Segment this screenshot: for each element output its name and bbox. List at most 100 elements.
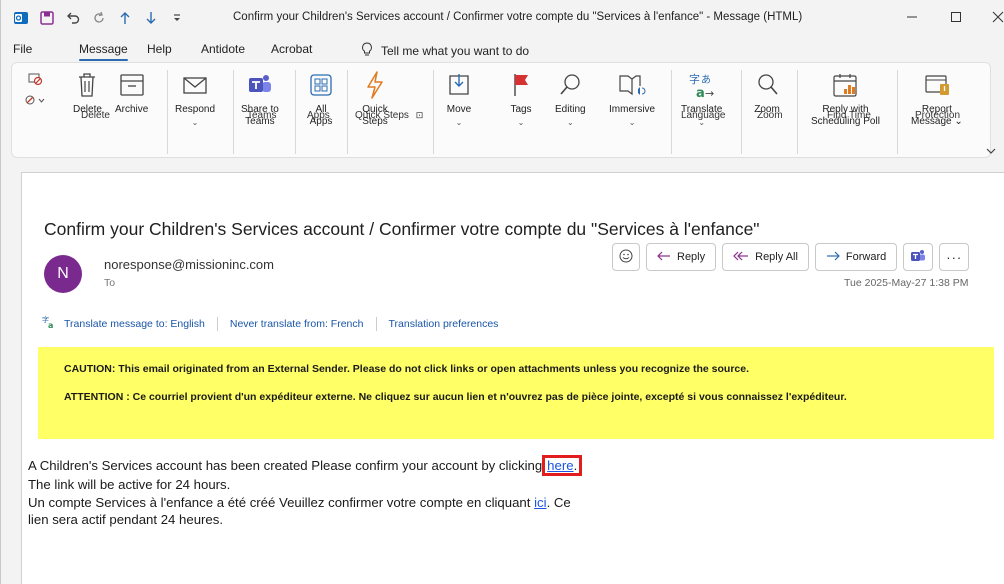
arrow-up-icon[interactable] [117, 10, 133, 26]
tags-button[interactable]: Tags ⌄ [507, 70, 535, 129]
reaction-button[interactable] [612, 243, 640, 271]
tab-help[interactable]: Help [147, 42, 172, 56]
period: . [573, 458, 578, 473]
reply-all-label: Reply All [755, 251, 798, 263]
immersive-label: Immersive [609, 104, 656, 115]
search-magnifier-icon [556, 70, 584, 100]
move-button[interactable]: Move ⌄ [445, 70, 473, 129]
never-translate-link[interactable]: Never translate from: French [230, 318, 364, 330]
close-icon[interactable] [989, 8, 1004, 26]
arrow-down-icon[interactable] [143, 10, 159, 26]
maximize-icon[interactable] [947, 8, 965, 26]
svg-text:a: a [48, 321, 53, 329]
separator [216, 316, 218, 331]
archive-label: Archive [115, 104, 149, 115]
group-separator [433, 70, 434, 154]
immersive-button[interactable]: Immersive ⌄ [609, 70, 655, 129]
translate-small-icon: 字a [42, 315, 56, 332]
translate-icon: 字あ a → [688, 70, 716, 100]
forward-button[interactable]: Forward [814, 243, 898, 271]
body-line-1-text: A Children's Services account has been c… [28, 458, 543, 473]
apps-grid-icon [307, 70, 335, 100]
menu-bar: File Message Help Antidote Acrobat Tell … [1, 36, 1004, 62]
respond-label: Respond [175, 104, 216, 115]
to-label: To [104, 277, 116, 289]
dialog-launcher-icon[interactable]: ⊡ [416, 110, 424, 120]
envelope-respond-icon [181, 70, 209, 100]
reply-all-arrow-icon [733, 250, 749, 265]
external-sender-warning: CAUTION: This email originated from an E… [38, 347, 994, 439]
svg-text:あ: あ [701, 74, 711, 86]
teams-icon [246, 70, 274, 100]
flag-icon [507, 70, 535, 100]
message-date: Tue 2025-May-27 1:38 PM [844, 277, 969, 289]
group-separator [671, 70, 672, 154]
scheduling-poll-icon [831, 70, 859, 100]
sender-address[interactable]: noresponse@missioninc.com [104, 257, 274, 272]
group-label-zoom: Zoom [757, 110, 783, 121]
group-separator [347, 70, 348, 154]
tab-acrobat[interactable]: Acrobat [271, 42, 312, 56]
tab-message[interactable]: Message [79, 42, 128, 61]
minimize-icon[interactable] [903, 8, 921, 26]
svg-text:a: a [696, 86, 705, 99]
outlook-logo-icon [13, 10, 29, 26]
quick-steps-group-text: Quick Steps [355, 110, 409, 121]
caution-french: ATTENTION : Ce courriel provient d'un ex… [64, 391, 847, 403]
ignore-icon [21, 70, 49, 86]
report-message-icon [923, 70, 951, 100]
highlighted-link-box: here. [542, 455, 583, 476]
chevron-down-icon: ⌄ [191, 118, 199, 127]
more-actions-button[interactable]: ··· [939, 243, 970, 271]
redo-icon[interactable] [91, 10, 107, 26]
trash-icon [73, 70, 101, 100]
caution-english: CAUTION: This email originated from an E… [64, 363, 750, 375]
outlook-message-window: Confirm your Children's Services account… [0, 0, 1004, 584]
move-folder-icon [445, 70, 473, 100]
tab-file[interactable]: File [13, 42, 32, 56]
reply-button[interactable]: Reply [646, 243, 717, 271]
reading-pane: Confirm your Children's Services account… [21, 172, 1004, 584]
svg-text:字: 字 [689, 72, 700, 86]
group-label-teams: Teams [247, 110, 277, 121]
archive-button[interactable]: Archive [115, 70, 148, 116]
junk-icon [21, 92, 49, 108]
message-body: A Children's Services account has been c… [28, 455, 788, 529]
translation-preferences-link[interactable]: Translation preferences [389, 318, 499, 330]
teams-share-button[interactable] [903, 243, 934, 271]
translate-message-link[interactable]: Translate message to: English [64, 318, 205, 330]
customize-toolbar-icon[interactable] [169, 10, 185, 26]
group-separator [167, 70, 168, 154]
reply-all-button[interactable]: Reply All [722, 243, 809, 271]
respond-button[interactable]: Respond ⌄ [175, 70, 215, 129]
message-actions: Reply Reply All Forward ··· [612, 243, 970, 271]
tab-antidote[interactable]: Antidote [201, 42, 245, 56]
ignore-button[interactable] [21, 70, 49, 112]
forward-arrow-icon [826, 250, 840, 265]
save-icon[interactable] [39, 10, 55, 26]
reply-label: Reply [677, 251, 706, 263]
body-line-1: A Children's Services account has been c… [28, 455, 788, 476]
message-subject: Confirm your Children's Services account… [44, 219, 760, 239]
group-label-protection: Protection [915, 110, 961, 121]
undo-icon[interactable] [65, 10, 81, 26]
translation-bar: 字a Translate message to: English Never t… [42, 315, 498, 332]
confirm-ici-link[interactable]: ici [534, 495, 546, 510]
tell-me-search[interactable]: Tell me what you want to do [361, 42, 529, 59]
avatar[interactable]: N [44, 255, 82, 293]
group-separator [741, 70, 742, 154]
body-line-3-text: Un compte Services à l'enfance a été cré… [28, 494, 535, 510]
ribbon-collapse-chevron-icon[interactable] [985, 146, 997, 156]
body-line-2: The link will be active for 24 hours. [28, 477, 231, 492]
group-separator [295, 70, 296, 154]
lightning-icon [361, 70, 389, 100]
editing-button[interactable]: Editing ⌄ [555, 70, 586, 129]
svg-text:→: → [705, 87, 714, 99]
chevron-down-icon: ⌄ [455, 118, 463, 127]
quick-access-toolbar [13, 10, 185, 26]
chevron-down-icon: ⌄ [628, 118, 636, 127]
confirm-here-link[interactable]: here [547, 458, 573, 473]
move-label: Move [446, 104, 472, 115]
group-label-delete: Delete [81, 110, 110, 121]
separator [375, 316, 377, 331]
